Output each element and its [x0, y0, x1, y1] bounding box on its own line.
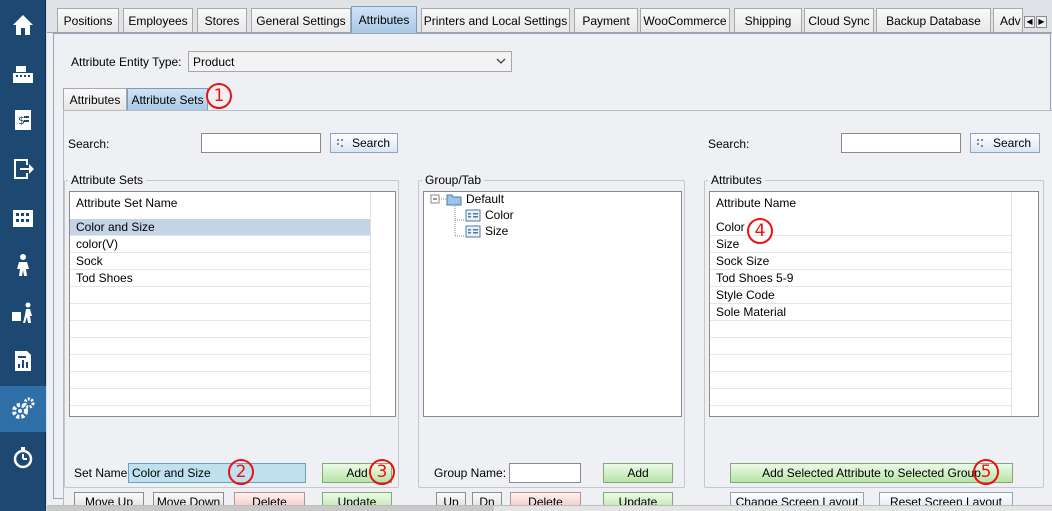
customers-icon[interactable] — [0, 242, 46, 288]
tab-shipping[interactable]: Shipping — [734, 8, 802, 32]
callout-3: 3 — [369, 459, 395, 485]
right-search-button-label: Search — [992, 136, 1032, 150]
tab-payment[interactable]: Payment — [574, 8, 638, 32]
table-row-empty — [70, 304, 370, 321]
register-icon[interactable] — [0, 51, 46, 97]
tab-advanced[interactable]: Adv — [993, 8, 1023, 32]
sidebar: $ — [0, 0, 46, 511]
entity-type-select[interactable]: Product — [188, 51, 512, 72]
left-search-input[interactable] — [201, 133, 321, 153]
tab-backup-database[interactable]: Backup Database — [876, 8, 991, 32]
table-row[interactable]: color(V) — [70, 236, 370, 253]
set-name-input[interactable] — [128, 463, 306, 483]
timer-icon[interactable] — [0, 434, 46, 480]
attribute-sets-grid[interactable]: Attribute Set Name Color and Size color(… — [69, 191, 396, 417]
group-add-button[interactable]: Add — [603, 463, 673, 483]
table-row-empty — [70, 389, 370, 406]
tree-node-size[interactable]: Size — [465, 224, 508, 238]
svg-text:$: $ — [18, 114, 25, 127]
entity-type-label: Attribute Entity Type: — [71, 55, 182, 69]
left-search-button[interactable]: Search — [330, 133, 398, 153]
group-tab-legend: Group/Tab — [425, 173, 482, 187]
callout-5: 5 — [973, 459, 999, 485]
delivery-icon[interactable] — [0, 290, 46, 336]
right-search-label: Search: — [708, 137, 750, 151]
scrollbar-thumb[interactable] — [47, 506, 494, 511]
table-row[interactable]: Style Code — [710, 287, 1011, 304]
exit-icon[interactable] — [0, 146, 46, 192]
main-area: Positions Employees Stores General Setti… — [47, 0, 1052, 511]
reports-icon[interactable] — [0, 338, 46, 384]
tab-stores[interactable]: Stores — [197, 8, 247, 32]
entity-type-value: Product — [193, 54, 235, 69]
table-row[interactable]: Color and Size — [70, 219, 370, 236]
table-row-empty — [710, 355, 1011, 372]
group-name-input[interactable] — [509, 463, 581, 483]
group-name-label: Group Name: — [434, 466, 507, 480]
table-row-empty — [710, 389, 1011, 406]
group-icon — [465, 209, 481, 221]
tab-printers-and-local-settings[interactable]: Printers and Local Settings — [421, 8, 570, 32]
attributes-legend: Attributes — [711, 173, 762, 187]
left-search-button-label: Search — [351, 136, 391, 150]
right-search-input[interactable] — [841, 133, 961, 153]
inventory-icon[interactable] — [0, 194, 46, 240]
callout-1: 1 — [206, 83, 232, 109]
table-row-empty — [70, 287, 370, 304]
add-attribute-to-group-button[interactable]: Add Selected Attribute to Selected Group — [730, 463, 1013, 483]
folder-icon — [446, 194, 462, 205]
table-row-empty — [710, 338, 1011, 355]
callout-2: 2 — [228, 459, 254, 485]
attribute-sets-panel: Search: Search Search: Search Attribute … — [63, 110, 1052, 511]
right-search-button[interactable]: Search — [970, 133, 1040, 153]
table-row[interactable]: Sole Material — [710, 304, 1011, 321]
table-row-empty — [70, 338, 370, 355]
table-row-empty — [70, 321, 370, 338]
table-row[interactable]: Sock Size — [710, 253, 1011, 270]
tab-cloud-sync[interactable]: Cloud Sync — [804, 8, 874, 32]
subtab-attributes[interactable]: Attributes — [63, 88, 127, 110]
price-tag-icon[interactable]: $ — [0, 97, 46, 143]
search-icon — [337, 139, 343, 147]
home-icon[interactable] — [0, 2, 46, 48]
table-row[interactable]: Sock — [70, 253, 370, 270]
table-row-empty — [70, 372, 370, 389]
table-row[interactable]: Tod Shoes 5-9 — [710, 270, 1011, 287]
attributes-content: Attribute Entity Type: Product Attribute… — [53, 33, 1052, 511]
tree-node-default-label: Default — [466, 192, 505, 206]
table-row-empty — [710, 372, 1011, 389]
tree-node-default[interactable]: Default — [446, 192, 504, 206]
tab-positions[interactable]: Positions — [57, 8, 119, 32]
chevron-down-icon — [496, 58, 506, 64]
tab-scroll-right-icon[interactable]: ▶ — [1036, 16, 1047, 28]
table-row-empty — [710, 321, 1011, 338]
tab-employees[interactable]: Employees — [123, 8, 193, 32]
callout-4: 4 — [747, 218, 773, 244]
tab-attributes[interactable]: Attributes — [351, 6, 417, 33]
attribute-sets-legend: Attribute Sets — [71, 173, 144, 187]
group-icon — [465, 225, 481, 237]
set-name-label: Set Name: — [74, 466, 131, 480]
tree-node-color[interactable]: Color — [465, 208, 514, 222]
table-row[interactable]: Tod Shoes — [70, 270, 370, 287]
horizontal-scrollbar[interactable] — [47, 505, 1052, 511]
table-row-empty — [70, 355, 370, 372]
tree-node-size-label: Size — [485, 224, 509, 238]
tab-scroll-left-icon[interactable]: ◀ — [1024, 16, 1035, 28]
settings-icon[interactable] — [0, 386, 46, 432]
group-tab-tree[interactable]: Default Color Size — [423, 191, 682, 417]
left-search-label: Search: — [68, 137, 110, 151]
subtab-attribute-sets[interactable]: Attribute Sets — [127, 88, 208, 110]
settings-tabbar: Positions Employees Stores General Setti… — [47, 0, 1052, 33]
tab-general-settings[interactable]: General Settings — [251, 8, 351, 32]
tree-node-color-label: Color — [485, 208, 514, 222]
tab-woocommerce[interactable]: WooCommerce — [640, 8, 730, 32]
search-icon — [977, 139, 983, 147]
